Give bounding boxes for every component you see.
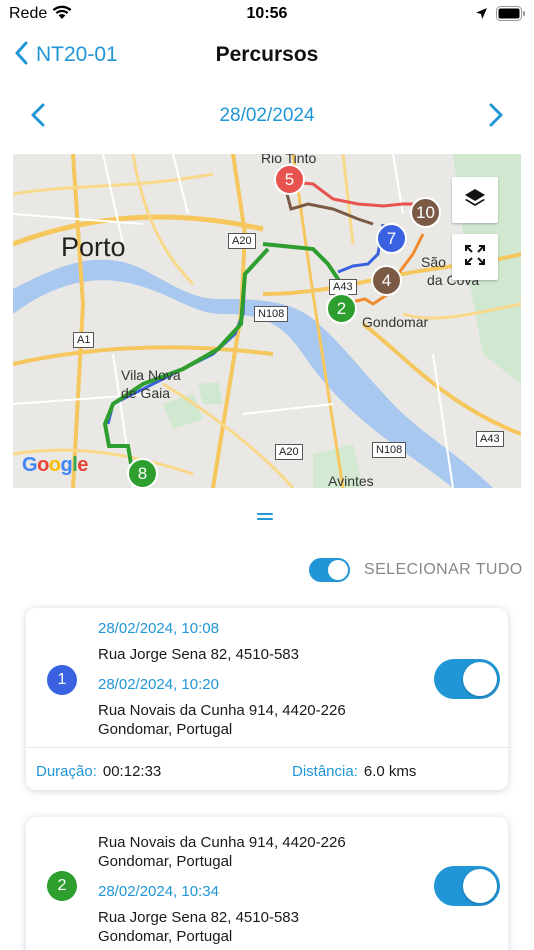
- map-label-vila-nova: Vila Nova: [121, 367, 181, 383]
- route-number-badge: 2: [47, 871, 77, 901]
- road-shield: A20: [228, 233, 256, 249]
- route-end-address-line2: Gondomar, Portugal: [98, 928, 233, 945]
- route-card-1[interactable]: 1 28/02/2024, 10:08 Rua Jorge Sena 82, 4…: [26, 608, 508, 790]
- location-arrow-icon: [475, 7, 488, 25]
- road-shield: A20: [275, 444, 303, 460]
- route-start-time: 28/02/2024, 10:08: [98, 620, 219, 637]
- distance-label: Distância:: [292, 763, 358, 780]
- route-map[interactable]: Rio Tinto Porto Vila Nova de Gaia São da…: [13, 154, 521, 488]
- clock: 10:56: [246, 5, 288, 22]
- route-visibility-toggle[interactable]: [434, 659, 500, 699]
- battery-icon: [496, 6, 526, 26]
- route-distance: Distância: 6.0 kms: [292, 763, 416, 780]
- map-layers-button[interactable]: [452, 177, 498, 223]
- duration-value: 00:12:33: [102, 763, 162, 780]
- route-duration: Duração: 00:12:33: [36, 763, 161, 780]
- selected-date: 28/02/2024: [219, 105, 315, 126]
- route-end-time: 28/02/2024, 10:20: [98, 676, 219, 693]
- distance-value: 6.0 kms: [363, 763, 417, 780]
- road-shield: A1: [73, 332, 95, 348]
- road-shield: N108: [372, 442, 407, 458]
- navigation-bar: NT20-01 Percursos: [0, 30, 534, 80]
- route-end-address-line1: Rua Jorge Sena 82, 4510-583: [98, 909, 299, 926]
- map-label-gondomar: Gondomar: [362, 314, 429, 330]
- route-pin-7[interactable]: 7: [376, 223, 407, 254]
- route-number-badge: 1: [47, 665, 77, 695]
- select-all-toggle[interactable]: [309, 558, 350, 582]
- select-all-label: SELECIONAR TUDO: [364, 561, 523, 578]
- route-pin-5[interactable]: 5: [274, 164, 305, 195]
- route-pin-10[interactable]: 10: [410, 197, 441, 228]
- panel-drag-handle[interactable]: [257, 513, 273, 523]
- map-label-de-gaia: de Gaia: [121, 385, 171, 401]
- route-pin-4[interactable]: 4: [371, 265, 402, 296]
- road-shield: A43: [476, 431, 504, 447]
- route-card-2[interactable]: 2 Rua Novais da Cunha 914, 4420-226 Gond…: [26, 817, 508, 950]
- route-pin-2[interactable]: 2: [326, 293, 357, 324]
- select-all-row: SELECIONAR TUDO: [309, 556, 523, 584]
- fullscreen-icon: [463, 243, 487, 272]
- route-start-address-line1: Rua Novais da Cunha 914, 4420-226: [98, 834, 346, 851]
- map-label-avintes: Avintes: [328, 473, 374, 488]
- map-label-porto: Porto: [61, 232, 126, 262]
- road-shield: N108: [254, 306, 289, 322]
- map-fullscreen-button[interactable]: [452, 234, 498, 280]
- card-divider: [26, 747, 508, 748]
- map-label-sao: São: [421, 254, 446, 270]
- status-bar: Rede 10:56: [0, 0, 534, 28]
- route-end-address-line1: Rua Novais da Cunha 914, 4420-226: [98, 702, 346, 719]
- layers-icon: [463, 186, 487, 215]
- route-end-time: 28/02/2024, 10:34: [98, 883, 219, 900]
- route-start-address-line2: Gondomar, Portugal: [98, 853, 233, 870]
- route-start-address: Rua Jorge Sena 82, 4510-583: [98, 646, 299, 663]
- route-pin-8[interactable]: 8: [127, 458, 158, 488]
- google-logo: Google: [22, 454, 88, 476]
- next-day-button[interactable]: [486, 102, 506, 133]
- duration-label: Duração:: [36, 763, 97, 780]
- route-visibility-toggle[interactable]: [434, 866, 500, 906]
- page-title: Percursos: [215, 43, 319, 66]
- route-end-address-line2: Gondomar, Portugal: [98, 721, 233, 738]
- date-navigator: 28/02/2024: [0, 95, 534, 135]
